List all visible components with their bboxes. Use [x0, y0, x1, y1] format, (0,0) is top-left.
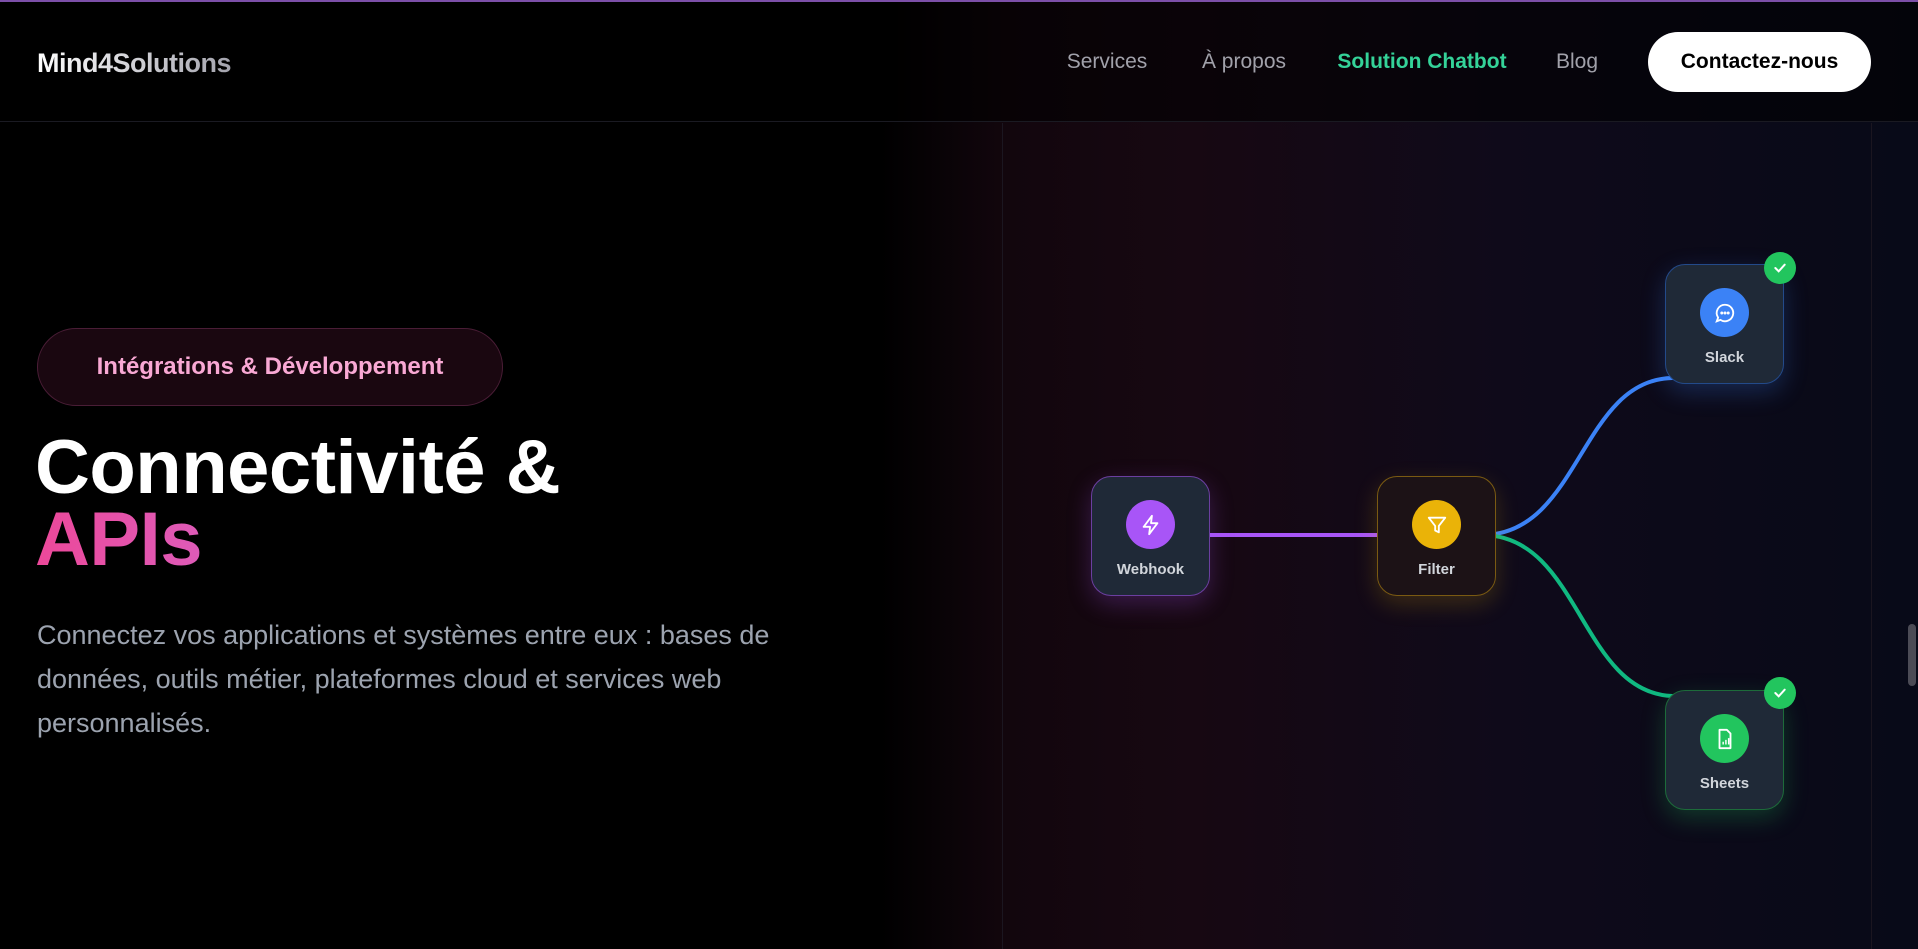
connection-filter-sheets	[1480, 533, 1674, 698]
workflow-node-webhook[interactable]: Webhook	[1091, 476, 1210, 596]
chat-icon	[1700, 288, 1749, 337]
connection-filter-slack	[1480, 376, 1674, 537]
workflow-connections	[1207, 376, 1674, 698]
scrollbar-thumb[interactable]	[1908, 624, 1916, 686]
node-label: Sheets	[1699, 775, 1750, 792]
workflow-node-sheets[interactable]: Sheets	[1665, 690, 1784, 810]
success-check-icon	[1764, 677, 1796, 709]
node-label: Filter	[1418, 561, 1455, 578]
node-label: Webhook	[1116, 561, 1185, 578]
workflow-node-slack[interactable]: Slack	[1665, 264, 1784, 384]
node-label: Slack	[1704, 349, 1745, 366]
workflow-node-filter[interactable]: Filter	[1377, 476, 1496, 596]
success-check-icon	[1764, 252, 1796, 284]
spreadsheet-icon	[1700, 714, 1749, 763]
filter-icon	[1412, 500, 1461, 549]
lightning-icon	[1126, 500, 1175, 549]
